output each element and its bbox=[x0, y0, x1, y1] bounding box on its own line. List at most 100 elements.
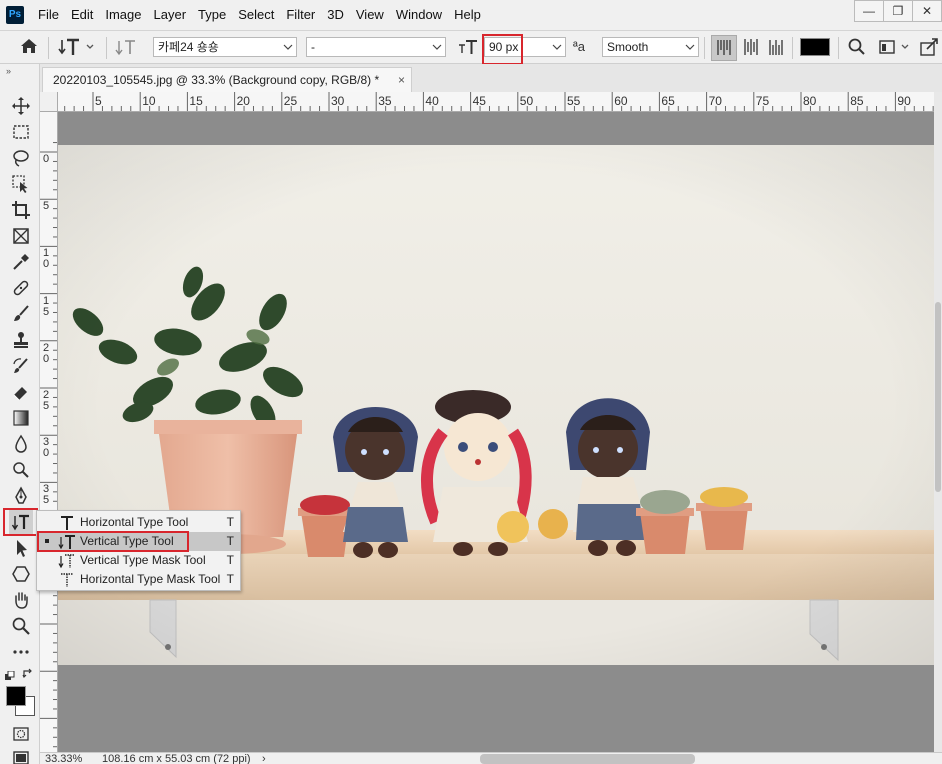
horizontal-ruler-label: 35 bbox=[378, 94, 392, 108]
share-icon[interactable] bbox=[918, 35, 940, 59]
horizontal-type-icon bbox=[61, 516, 73, 530]
separator bbox=[838, 37, 839, 59]
align-center-button[interactable] bbox=[739, 35, 763, 59]
hand-tool-icon[interactable] bbox=[9, 588, 33, 612]
text-color-swatch[interactable] bbox=[800, 38, 830, 56]
quick-mask-icon[interactable] bbox=[9, 722, 33, 746]
vertical-scrollbar-thumb[interactable] bbox=[935, 302, 941, 492]
rectangular-marquee-tool-icon[interactable] bbox=[9, 120, 33, 144]
toggle-text-orientation-icon[interactable] bbox=[114, 35, 140, 59]
ruler-origin[interactable] bbox=[40, 92, 58, 112]
separator bbox=[792, 37, 793, 59]
vertical-ruler-label: 5 bbox=[43, 200, 50, 213]
restore-button[interactable]: ❐ bbox=[883, 0, 913, 22]
font-size-highlight bbox=[482, 34, 523, 65]
horizontal-ruler-label: 50 bbox=[519, 94, 534, 108]
screen-mode-icon[interactable] bbox=[9, 746, 33, 764]
flyout-item-vertical-type-mask[interactable]: Vertical Type Mask Tool T bbox=[38, 551, 240, 570]
search-icon[interactable] bbox=[846, 35, 868, 59]
flyout-item-shortcut: T bbox=[226, 534, 234, 548]
minimize-button[interactable]: — bbox=[854, 0, 884, 22]
vertical-ruler[interactable]: 0510152025303540 bbox=[40, 112, 58, 752]
vertical-type-mask-icon bbox=[58, 554, 75, 569]
menu-image[interactable]: Image bbox=[99, 0, 147, 30]
move-tool-icon[interactable] bbox=[9, 94, 33, 118]
object-selection-tool-icon[interactable] bbox=[9, 172, 33, 196]
menu-3d[interactable]: 3D bbox=[321, 0, 350, 30]
menu-filter[interactable]: Filter bbox=[280, 0, 321, 30]
menu-type[interactable]: Type bbox=[192, 0, 232, 30]
more-tools-icon[interactable] bbox=[9, 640, 33, 664]
dodge-tool-icon[interactable] bbox=[9, 458, 33, 482]
vertical-ruler-label: 20 bbox=[43, 341, 50, 365]
menu-help[interactable]: Help bbox=[448, 0, 487, 30]
eyedropper-tool-icon[interactable] bbox=[9, 250, 33, 274]
pen-tool-icon[interactable] bbox=[9, 484, 33, 508]
gradient-tool-icon[interactable] bbox=[9, 406, 33, 430]
document-tab[interactable]: 20220103_105545.jpg @ 33.3% (Background … bbox=[42, 67, 412, 92]
horizontal-ruler-label: 55 bbox=[567, 94, 581, 108]
crop-tool-icon[interactable] bbox=[9, 198, 33, 222]
horizontal-ruler-label: 75 bbox=[755, 94, 770, 108]
lasso-tool-icon[interactable] bbox=[9, 146, 33, 170]
horizontal-ruler-label: 5 bbox=[95, 94, 102, 108]
horizontal-ruler-label: 30 bbox=[331, 94, 345, 108]
flyout-item-horizontal-type-mask[interactable]: Horizontal Type Mask Tool T bbox=[38, 570, 240, 589]
frame-tool-icon[interactable] bbox=[9, 224, 33, 248]
horizontal-ruler[interactable]: 5 10 15 20 25 30 35 40 45 50 55 60 65 70 75 80 85 90 bbox=[58, 92, 938, 112]
horizontal-ruler-label: 45 bbox=[472, 94, 486, 108]
horizontal-ruler-label: 40 bbox=[425, 94, 439, 108]
tool-preset-picker[interactable] bbox=[56, 35, 98, 59]
spot-healing-brush-icon[interactable] bbox=[9, 276, 33, 300]
canvas-area[interactable] bbox=[58, 112, 934, 752]
font-size-icon bbox=[456, 35, 480, 59]
menu-layer[interactable]: Layer bbox=[148, 0, 193, 30]
status-expand-icon[interactable]: › bbox=[262, 753, 266, 764]
history-brush-tool-icon[interactable] bbox=[9, 354, 33, 378]
workspace-switcher[interactable] bbox=[876, 35, 912, 59]
close-tab-icon[interactable]: × bbox=[398, 68, 405, 92]
flyout-item-shortcut: T bbox=[226, 572, 234, 586]
foreground-color-swatch[interactable] bbox=[6, 686, 26, 706]
vertical-scrollbar[interactable] bbox=[934, 92, 942, 752]
zoom-tool-icon[interactable] bbox=[9, 614, 33, 638]
home-icon[interactable] bbox=[18, 35, 42, 59]
zoom-level[interactable]: 33.33% bbox=[45, 753, 82, 764]
brush-tool-icon[interactable] bbox=[9, 302, 33, 326]
chevron-down-icon bbox=[283, 44, 293, 50]
horizontal-ruler-label: 65 bbox=[661, 94, 675, 108]
shape-tool-icon[interactable] bbox=[9, 562, 33, 586]
collapse-icon[interactable]: » bbox=[6, 66, 11, 76]
horizontal-ruler-label: 20 bbox=[236, 94, 250, 108]
clone-stamp-tool-icon[interactable] bbox=[9, 328, 33, 352]
path-selection-tool-icon[interactable] bbox=[9, 536, 33, 560]
align-top-button[interactable] bbox=[711, 35, 737, 61]
menu-view[interactable]: View bbox=[350, 0, 390, 30]
blur-tool-icon[interactable] bbox=[9, 432, 33, 456]
align-bottom-button[interactable] bbox=[764, 35, 788, 59]
default-colors-icon[interactable] bbox=[5, 670, 17, 680]
antialias-icon: ªa bbox=[573, 39, 586, 54]
swap-colors-icon[interactable] bbox=[22, 668, 34, 680]
horizontal-scrollbar-thumb[interactable] bbox=[480, 754, 695, 764]
menu-file[interactable]: File bbox=[32, 0, 65, 30]
antialias-select[interactable]: Smooth bbox=[602, 37, 699, 57]
eraser-tool-icon[interactable] bbox=[9, 380, 33, 404]
vertical-ruler-label: 35 bbox=[43, 483, 50, 507]
font-style-select[interactable]: - bbox=[306, 37, 446, 57]
flyout-item-horizontal-type[interactable]: Horizontal Type Tool T bbox=[38, 513, 240, 532]
chevron-down-icon bbox=[552, 44, 562, 50]
font-family-value: 카페24 숑숑 bbox=[158, 40, 219, 54]
chevron-down-icon bbox=[432, 44, 442, 50]
menu-select[interactable]: Select bbox=[232, 0, 280, 30]
vertical-ruler-label: 30 bbox=[43, 436, 50, 460]
menu-bar: Ps File Edit Image Layer Type Select Fil… bbox=[0, 0, 942, 30]
document-tab-title: 20220103_105545.jpg @ 33.3% (Background … bbox=[53, 73, 380, 87]
font-family-select[interactable]: 카페24 숑숑 bbox=[153, 37, 297, 57]
menu-window[interactable]: Window bbox=[390, 0, 448, 30]
document-image[interactable] bbox=[58, 112, 934, 752]
close-window-button[interactable]: ✕ bbox=[912, 0, 942, 22]
menu-edit[interactable]: Edit bbox=[65, 0, 99, 30]
antialias-value: Smooth bbox=[607, 40, 649, 54]
vertical-type-tool-highlight bbox=[37, 531, 189, 552]
